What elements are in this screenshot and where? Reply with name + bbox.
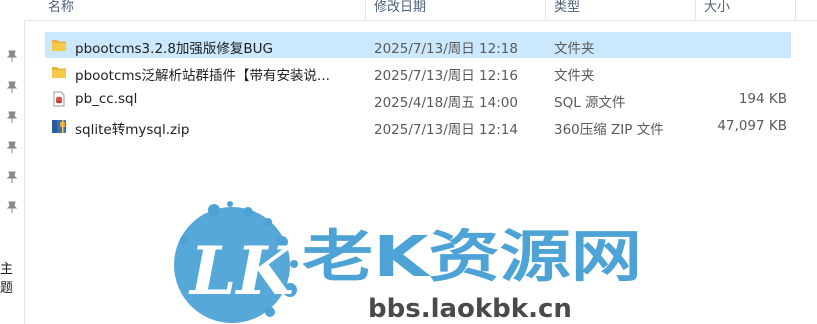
file-row[interactable]: pbootcms3.2.8加强版修复BUG 2025/7/13/周日 12:18…	[45, 32, 791, 58]
column-divider[interactable]	[795, 0, 796, 20]
watermark-logo: LK 老K资源网 bbs.laokbk.cn	[174, 201, 642, 324]
file-modified: 2025/7/13/周日 12:16	[374, 68, 518, 84]
folder-icon	[52, 40, 66, 51]
sql-file-icon	[53, 91, 65, 107]
column-divider[interactable]	[545, 0, 546, 20]
watermark-url: bbs.laokbk.cn	[368, 294, 572, 324]
watermark-logo-letters: LK	[188, 232, 296, 310]
file-name: pbootcms泛解析站群插件【带有安装说...	[75, 68, 330, 84]
column-header: 名称 修改日期 类型 大小	[24, 0, 817, 21]
file-row[interactable]: pbootcms泛解析站群插件【带有安装说... 2025/7/13/周日 12…	[45, 59, 791, 85]
file-type: 文件夹	[554, 41, 595, 57]
column-divider[interactable]	[365, 0, 366, 20]
folder-icon	[52, 67, 66, 78]
file-modified: 2025/7/13/周日 12:18	[374, 41, 518, 57]
column-divider[interactable]	[695, 0, 696, 20]
column-size[interactable]: 大小	[704, 0, 730, 20]
file-type: SQL 源文件	[554, 95, 626, 111]
file-row[interactable]: sqlite转mysql.zip 2025/7/13/周日 12:14 360压…	[45, 113, 791, 139]
column-modified[interactable]: 修改日期	[374, 0, 426, 20]
pin-icon[interactable]	[5, 200, 19, 214]
file-size: 47,097 KB	[717, 118, 787, 134]
file-modified: 2025/4/18/周五 14:00	[374, 95, 518, 111]
file-name: pb_cc.sql	[75, 91, 138, 107]
file-type: 360压缩 ZIP 文件	[554, 122, 664, 138]
column-name[interactable]: 名称	[48, 0, 74, 20]
file-type: 文件夹	[554, 68, 595, 84]
pin-icon[interactable]	[5, 140, 19, 154]
pin-icon[interactable]	[5, 49, 19, 63]
navigation-pane: 主题	[0, 0, 25, 324]
pin-icon[interactable]	[5, 80, 19, 94]
file-name: pbootcms3.2.8加强版修复BUG	[75, 41, 274, 57]
pin-icon[interactable]	[5, 110, 19, 124]
file-row[interactable]: pb_cc.sql 2025/4/18/周五 14:00 SQL 源文件 194…	[45, 86, 791, 112]
file-name: sqlite转mysql.zip	[75, 122, 190, 138]
column-type[interactable]: 类型	[554, 0, 580, 20]
file-modified: 2025/7/13/周日 12:14	[374, 122, 518, 138]
pin-icon[interactable]	[5, 170, 19, 184]
file-size: 194 KB	[738, 91, 787, 107]
nav-item-label[interactable]: 主题	[0, 258, 24, 296]
watermark-title: 老K资源网	[302, 225, 642, 290]
zip-archive-icon	[52, 120, 66, 133]
